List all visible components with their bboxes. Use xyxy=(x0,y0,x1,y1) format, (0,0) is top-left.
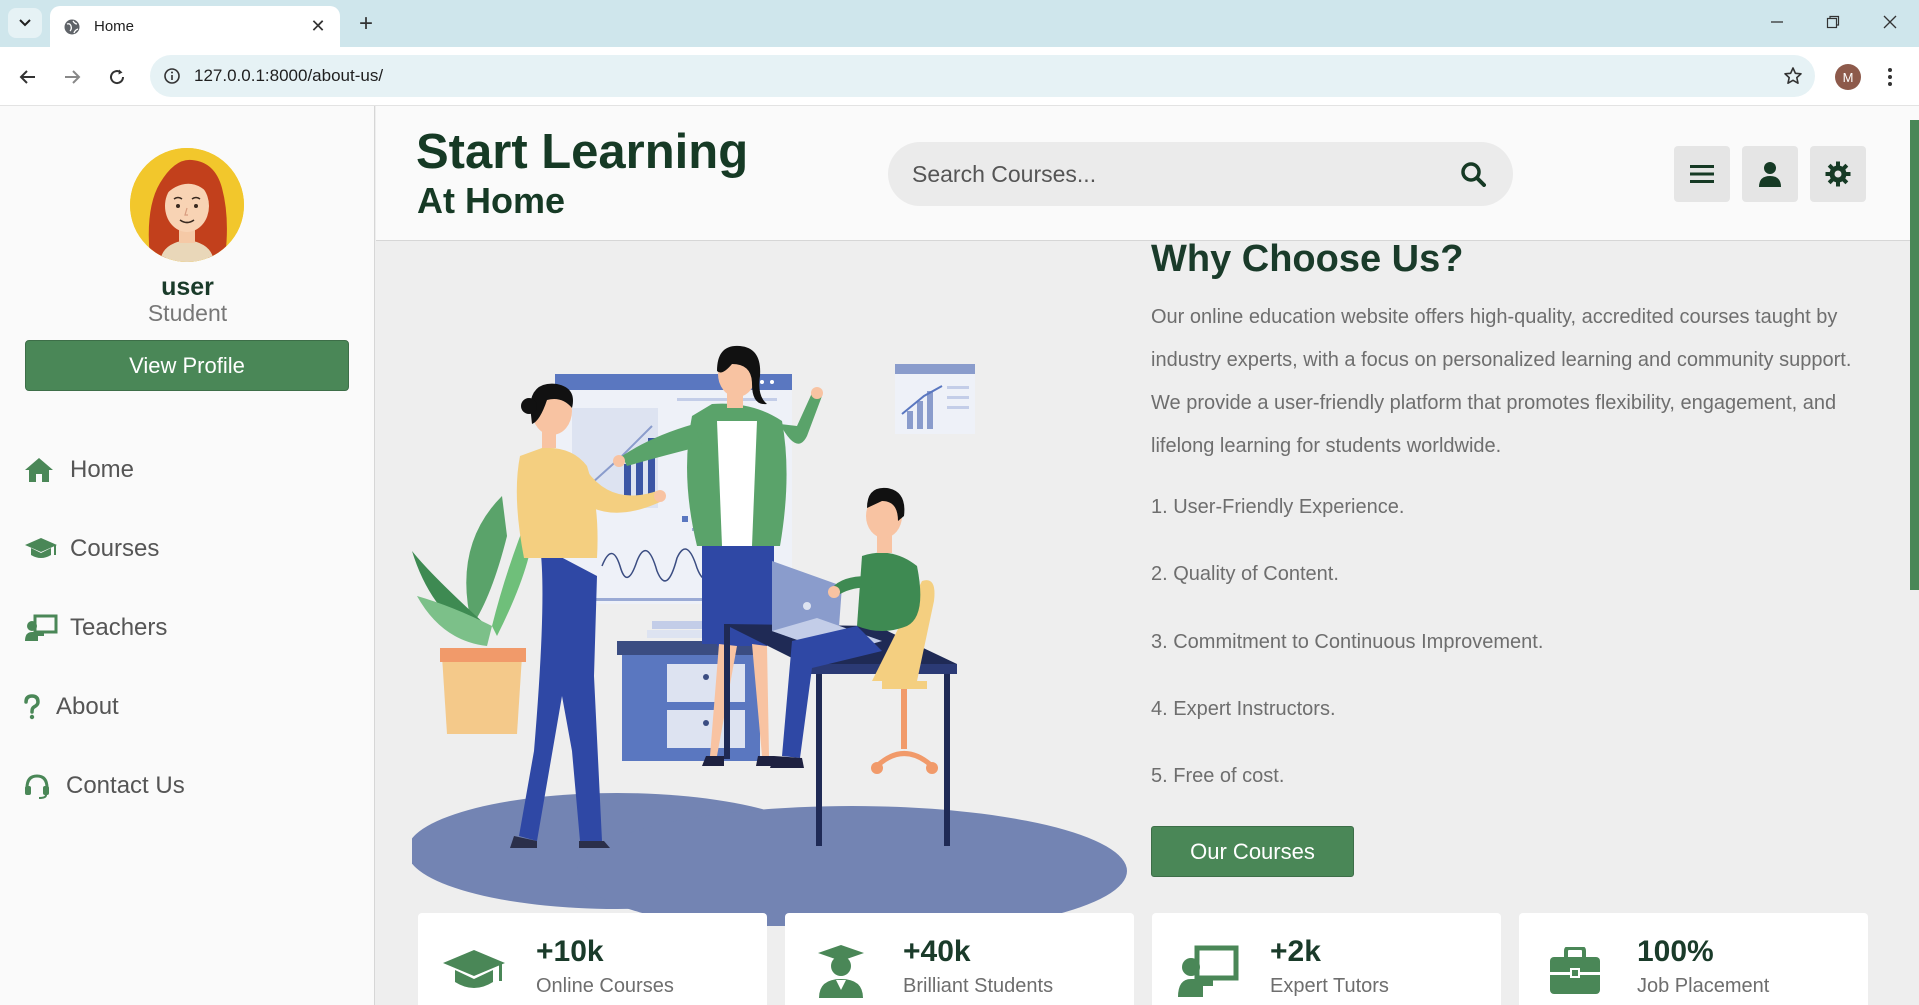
scroll-indicator xyxy=(1910,120,1919,590)
browser-menu-icon[interactable] xyxy=(1880,63,1900,91)
close-icon xyxy=(1883,15,1897,29)
stat-value: +2k xyxy=(1270,935,1321,968)
user-name: user xyxy=(161,273,214,301)
user-graduate-icon xyxy=(809,943,873,999)
browser-tab[interactable]: Home ✕ xyxy=(50,6,340,47)
stat-card-courses: +10k Online Courses xyxy=(418,913,767,1005)
browser-profile-avatar[interactable]: M xyxy=(1835,64,1861,90)
feature-point: 4. Expert Instructors. xyxy=(1151,698,1336,720)
chevron-down-icon xyxy=(19,19,31,27)
url-text: 127.0.0.1:8000/about-us/ xyxy=(194,66,384,85)
view-profile-button[interactable]: View Profile xyxy=(25,340,349,391)
browser-toolbar: 127.0.0.1:8000/about-us/ M xyxy=(0,47,1919,106)
globe-icon xyxy=(62,17,82,37)
stat-value: 100% xyxy=(1637,935,1714,968)
stat-label: Expert Tutors xyxy=(1270,975,1389,997)
sidebar-item-contact-us[interactable]: Contact Us xyxy=(24,764,185,808)
user-avatar xyxy=(130,148,244,262)
feature-point: 3. Commitment to Continuous Improvement. xyxy=(1151,631,1544,653)
user-icon xyxy=(1759,162,1781,187)
sidebar-item-courses[interactable]: Courses xyxy=(24,527,159,571)
restore-button[interactable] xyxy=(1813,8,1853,36)
stat-card-placement: 100% Job Placement xyxy=(1519,913,1868,1005)
search-bar xyxy=(888,142,1513,206)
brand-title: Start Learning xyxy=(416,125,749,179)
reload-icon xyxy=(110,69,125,85)
our-courses-button[interactable]: Our Courses xyxy=(1151,826,1354,877)
arrow-left-icon xyxy=(19,70,35,84)
stat-card-tutors: +2k Expert Tutors xyxy=(1152,913,1501,1005)
reload-button[interactable] xyxy=(101,61,133,93)
site-info-icon[interactable] xyxy=(150,55,194,97)
browser-tabstrip: Home ✕ + xyxy=(0,0,1919,47)
about-title: Why Choose Us? xyxy=(1151,238,1464,280)
home-icon xyxy=(24,455,58,485)
bookmark-star-icon[interactable] xyxy=(1771,55,1815,97)
question-icon xyxy=(24,692,44,722)
close-tab-icon[interactable]: ✕ xyxy=(308,16,328,37)
page-header: Start Learning At Home xyxy=(376,106,1919,241)
sidebar-item-label: Contact Us xyxy=(66,772,185,799)
headset-icon xyxy=(24,771,54,801)
user-role: Student xyxy=(147,300,228,326)
minimize-icon xyxy=(1771,21,1783,23)
user-button[interactable] xyxy=(1742,146,1798,202)
stat-card-students: +40k Brilliant Students xyxy=(785,913,1134,1005)
stat-value: +10k xyxy=(536,935,604,968)
briefcase-icon xyxy=(1543,943,1607,999)
graduation-cap-icon xyxy=(24,534,58,564)
restore-icon xyxy=(1826,15,1840,29)
bars-icon xyxy=(1690,165,1714,183)
sidebar-item-label: Courses xyxy=(70,535,160,562)
gear-icon xyxy=(1825,161,1851,187)
page-viewport: user Student View Profile Home Courses T… xyxy=(0,106,1919,1005)
brand-subtitle: At Home xyxy=(417,180,566,221)
sidebar-item-teachers[interactable]: Teachers xyxy=(24,606,167,650)
stat-value: +40k xyxy=(903,935,971,968)
sidebar-item-label: Home xyxy=(70,456,135,483)
stat-label: Job Placement xyxy=(1637,975,1770,997)
sidebar: user Student View Profile Home Courses T… xyxy=(0,106,375,1005)
settings-button[interactable] xyxy=(1810,146,1866,202)
stat-label: Online Courses xyxy=(536,975,674,997)
graduation-cap-icon xyxy=(442,943,506,999)
stat-label: Brilliant Students xyxy=(903,975,1054,997)
sidebar-item-label: About xyxy=(56,693,119,720)
chalkboard-teacher-icon xyxy=(1176,943,1240,999)
search-input[interactable] xyxy=(912,160,1457,188)
sidebar-item-label: Teachers xyxy=(70,614,168,641)
sidebar-item-home[interactable]: Home xyxy=(24,448,134,492)
forward-button[interactable] xyxy=(56,61,88,93)
back-button[interactable] xyxy=(12,61,44,93)
address-bar[interactable]: 127.0.0.1:8000/about-us/ xyxy=(150,55,1815,97)
chalkboard-teacher-icon xyxy=(24,613,58,643)
minimize-button[interactable] xyxy=(1757,8,1797,36)
sidebar-item-about[interactable]: About xyxy=(24,685,119,729)
arrow-right-icon xyxy=(65,70,81,84)
feature-point: 5. Free of cost. xyxy=(1151,765,1285,787)
feature-point: 2. Quality of Content. xyxy=(1151,563,1339,585)
menu-toggle-button[interactable] xyxy=(1674,146,1730,202)
search-icon[interactable] xyxy=(1457,158,1489,190)
tab-search-button[interactable] xyxy=(8,8,42,38)
about-description: Our online education website offers high… xyxy=(1151,306,1852,457)
tab-title: Home xyxy=(94,18,135,35)
new-tab-button[interactable]: + xyxy=(352,10,380,38)
feature-point: 1. User-Friendly Experience. xyxy=(1151,496,1405,518)
team-meeting-illustration xyxy=(407,296,1137,936)
close-window-button[interactable] xyxy=(1870,8,1910,36)
